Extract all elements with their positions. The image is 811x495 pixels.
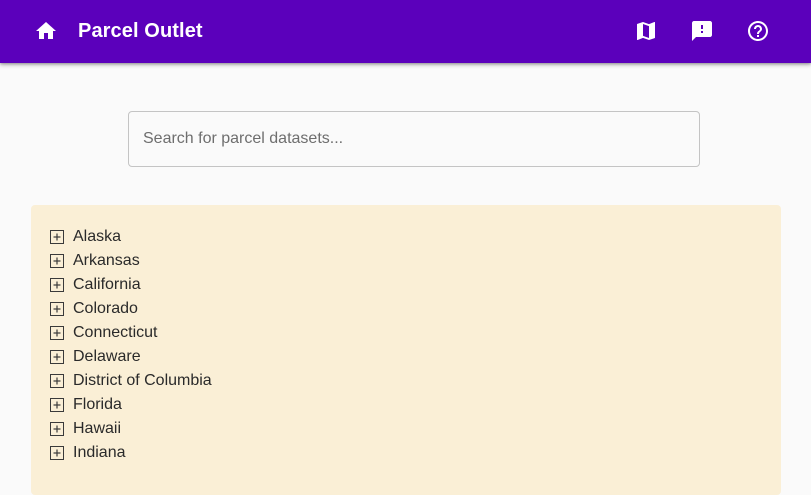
map-icon bbox=[637, 22, 655, 40]
search-input[interactable] bbox=[129, 112, 699, 166]
plus-square-icon[interactable] bbox=[50, 446, 64, 460]
feedback-button[interactable] bbox=[682, 11, 722, 51]
tree-item-district-of-columbia[interactable]: District of Columbia bbox=[50, 369, 212, 393]
tree-item-colorado[interactable]: Colorado bbox=[50, 297, 212, 321]
feedback-icon bbox=[692, 21, 712, 41]
tree-item-alaska[interactable]: Alaska bbox=[50, 225, 212, 249]
plus-square-icon[interactable] bbox=[50, 422, 64, 436]
tree-item-label: Alaska bbox=[73, 228, 122, 245]
tree-item-label: Connecticut bbox=[73, 324, 158, 341]
plus-square-icon[interactable] bbox=[50, 398, 64, 412]
map-button[interactable] bbox=[626, 11, 666, 51]
search-field[interactable] bbox=[128, 111, 700, 167]
plus-square-icon[interactable] bbox=[50, 302, 64, 316]
tree-item-indiana[interactable]: Indiana bbox=[50, 441, 212, 465]
app-title[interactable]: Parcel Outlet bbox=[78, 19, 203, 43]
tree-item-arkansas[interactable]: Arkansas bbox=[50, 249, 212, 273]
state-tree: Alaska Arkansas California Colorado Conn… bbox=[50, 225, 212, 465]
tree-item-label: Delaware bbox=[73, 348, 141, 365]
plus-square-icon[interactable] bbox=[50, 326, 64, 340]
tree-item-california[interactable]: California bbox=[50, 273, 212, 297]
plus-square-icon[interactable] bbox=[50, 350, 64, 364]
tree-item-connecticut[interactable]: Connecticut bbox=[50, 321, 212, 345]
plus-square-icon[interactable] bbox=[50, 254, 64, 268]
tree-item-label: Florida bbox=[73, 396, 122, 413]
help-icon bbox=[748, 21, 768, 41]
tree-item-label: California bbox=[73, 276, 141, 293]
home-button[interactable] bbox=[26, 11, 66, 51]
tree-item-delaware[interactable]: Delaware bbox=[50, 345, 212, 369]
tree-item-hawaii[interactable]: Hawaii bbox=[50, 417, 212, 441]
tree-item-label: Indiana bbox=[73, 444, 126, 461]
state-tree-panel: Alaska Arkansas California Colorado Conn… bbox=[31, 205, 781, 495]
tree-item-label: District of Columbia bbox=[73, 372, 212, 389]
tree-item-label: Arkansas bbox=[73, 252, 140, 269]
plus-square-icon[interactable] bbox=[50, 230, 64, 244]
app-bar: Parcel Outlet bbox=[0, 0, 811, 63]
plus-square-icon[interactable] bbox=[50, 278, 64, 292]
home-icon bbox=[36, 22, 56, 39]
tree-item-label: Colorado bbox=[73, 300, 138, 317]
tree-item-label: Hawaii bbox=[73, 420, 122, 437]
tree-item-florida[interactable]: Florida bbox=[50, 393, 212, 417]
help-button[interactable] bbox=[738, 11, 778, 51]
plus-square-icon[interactable] bbox=[50, 374, 64, 388]
